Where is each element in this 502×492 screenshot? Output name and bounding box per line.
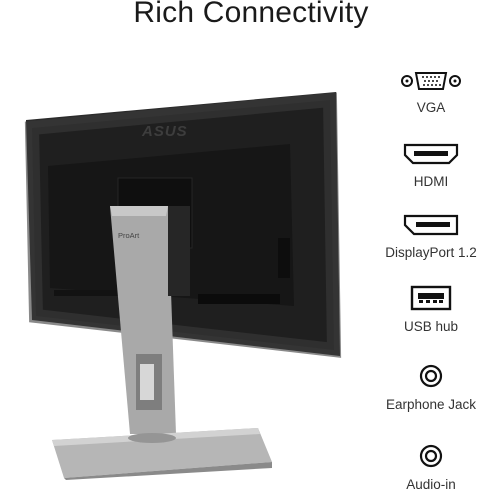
hdmi-port-icon	[403, 143, 459, 165]
page-title: Rich Connectivity	[133, 0, 369, 29]
port-label-earphone: Earphone Jack	[385, 397, 477, 412]
port-label-hdmi: HDMI	[413, 174, 449, 189]
audio-in-icon	[419, 444, 443, 468]
port-item-earphone: Earphone Jack	[360, 363, 502, 412]
vga-port-icon	[401, 72, 461, 90]
port-item-usb: USB hub	[360, 285, 502, 334]
port-item-hdmi: HDMI	[360, 142, 502, 189]
port-item-displayport: DisplayPort 1.2	[360, 213, 502, 260]
monitor-back-image: ASUS ProArt	[18, 88, 348, 480]
port-label-usb: USB hub	[403, 319, 459, 334]
port-item-audio-in: Audio-in	[360, 443, 502, 492]
displayport-icon	[403, 214, 459, 236]
stand-label: ProArt	[118, 231, 140, 240]
ports-list: VGA HDMI DisplayPort 1.2 USB hub Earphon…	[360, 60, 502, 492]
usb-port-icon	[410, 285, 452, 311]
earphone-jack-icon	[419, 364, 443, 388]
brand-logo: ASUS	[141, 123, 188, 140]
port-item-vga: VGA	[360, 70, 502, 115]
port-label-displayport: DisplayPort 1.2	[385, 245, 477, 260]
port-label-vga: VGA	[416, 100, 446, 115]
